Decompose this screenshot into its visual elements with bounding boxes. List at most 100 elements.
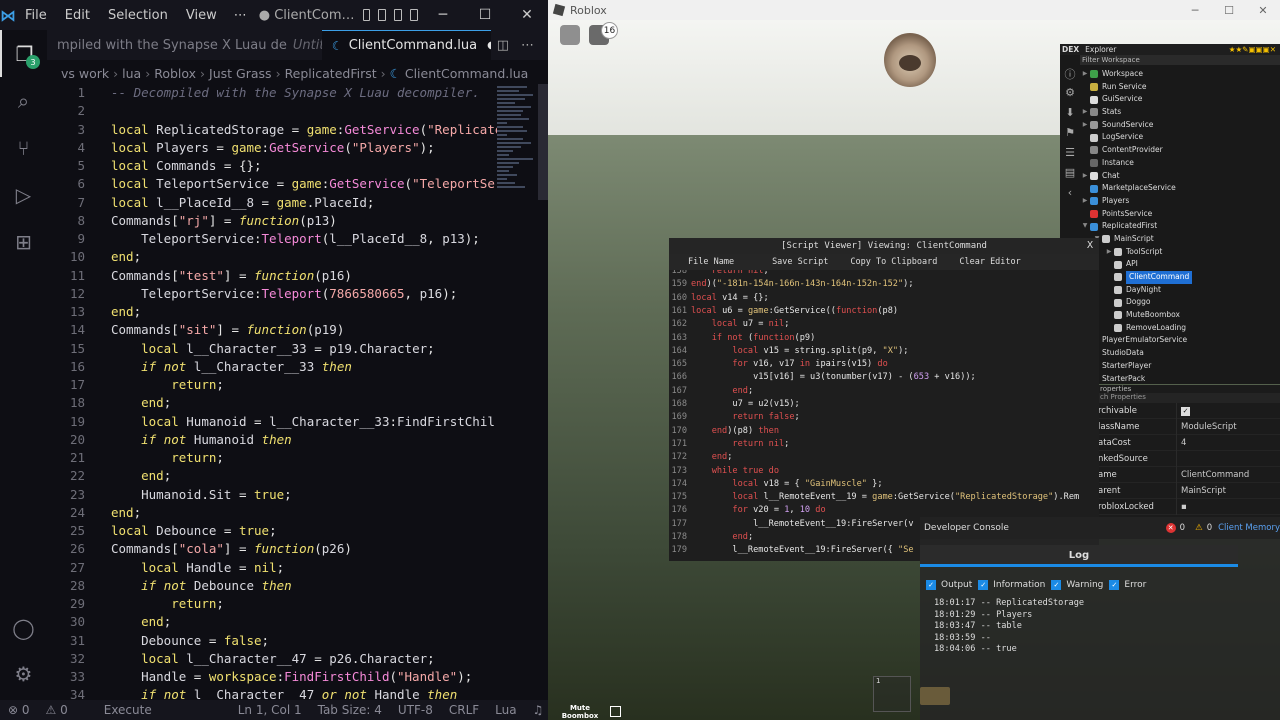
status-warnings[interactable]: ⚠ 0 [38,703,76,717]
script-viewer-close-button[interactable]: X [1087,238,1093,254]
property-value[interactable]: ModuleScript [1176,418,1280,435]
explorer-item[interactable]: StudioData [1080,347,1276,360]
explorer-item[interactable]: ▶ SoundService [1080,119,1276,132]
explorer-item[interactable]: RemoveLoading [1080,322,1276,335]
explorer-item[interactable]: DayNight [1080,284,1276,297]
expand-chevron-icon[interactable]: ▶ [1080,68,1090,81]
explorer-item[interactable]: ClientCommand [1080,271,1276,284]
explorer-item[interactable]: ▶ Players [1080,195,1276,208]
run-debug-icon[interactable]: ▷ [0,171,47,218]
explorer-item[interactable]: LogService [1080,131,1276,144]
close-button[interactable]: ✕ [506,7,548,23]
property-row[interactable]: ataCost 4 [1096,434,1280,451]
property-value[interactable]: 4 [1176,434,1280,451]
explorer-item[interactable]: PointsService [1080,208,1276,221]
status-encoding[interactable]: UTF-8 [390,703,441,717]
roblox-menu-icon[interactable] [560,25,580,45]
property-value[interactable]: ✓ [1176,402,1280,419]
breadcrumb-item[interactable]: vs work [61,66,109,81]
status-tabsize[interactable]: Tab Size: 4 [310,703,390,717]
breadcrumb-item[interactable]: ReplicatedFirst [285,66,377,81]
copy-to-clipboard-button[interactable]: Copy To Clipboard [839,257,948,267]
explorer-item[interactable]: ▶ Chat [1080,170,1276,183]
status-eol[interactable]: CRLF [441,703,487,717]
explorer-item[interactable]: MarketplaceService [1080,182,1276,195]
toggle-panel-icon[interactable] [378,9,387,21]
menu-file[interactable]: File [16,8,56,23]
explorer-item[interactable]: GuiService [1080,93,1276,106]
explorer-item[interactable]: API [1080,258,1276,271]
expand-chevron-icon[interactable]: ▶ [1080,106,1090,119]
explorer-script-icon[interactable]: ▤ [1060,166,1080,186]
explorer-settings-icon[interactable]: ⚙ [1060,86,1080,106]
expand-chevron-icon[interactable]: ▶ [1080,119,1090,132]
roblox-close-button[interactable]: ✕ [1246,4,1280,17]
explorer-chevron-left-icon[interactable]: ‹ [1060,186,1080,206]
minimize-button[interactable]: ─ [422,7,464,23]
maximize-button[interactable]: ☐ [464,7,506,23]
roblox-minimize-button[interactable]: ─ [1178,4,1212,17]
explorer-item[interactable]: ▶ Workspace [1080,68,1276,81]
status-language[interactable]: Lua [487,703,524,717]
status-position[interactable]: Ln 1, Col 1 [230,703,310,717]
breadcrumb-item[interactable]: Roblox [154,66,196,81]
tab-clientcommand[interactable]: ☾ ClientCommand.lua ● [321,30,491,60]
clear-editor-button[interactable]: Clear Editor [948,257,1031,267]
explorer-item[interactable]: Run Service [1080,81,1276,94]
expand-chevron-icon[interactable]: ▶ [1080,195,1090,208]
filter-workspace-input[interactable]: Filter Workspace [1080,55,1280,65]
property-row[interactable]: robloxLocked ▪ [1096,498,1280,515]
status-execute[interactable]: Execute [96,703,160,717]
account-icon[interactable]: ◯ [0,604,47,651]
extensions-icon[interactable]: ⊞ [0,218,47,265]
menu-more-icon[interactable]: ⋯ [226,8,255,23]
explorer-info-icon[interactable]: ⓘ [1060,66,1080,86]
properties-search-input[interactable]: ch Properties [1096,393,1280,403]
explorer-save-icon[interactable]: ⬇ [1060,106,1080,126]
source-control-icon[interactable]: ⑂ [0,124,47,171]
customize-layout-icon[interactable] [410,9,418,21]
property-value[interactable]: ClientCommand [1176,466,1280,483]
status-errors[interactable]: ⊗ 0 [0,703,38,717]
roblox-maximize-button[interactable]: ☐ [1212,4,1246,17]
explorer-item[interactable]: ▶ ToolScript [1080,246,1276,259]
minimap[interactable] [497,84,537,204]
breadcrumb-item[interactable]: ClientCommand.lua [405,66,528,81]
filter-output[interactable]: ✓ Output [926,580,972,590]
client-memory-label[interactable]: Client Memory [1218,523,1280,533]
property-row[interactable]: lassName ModuleScript [1096,418,1280,435]
property-value[interactable] [1176,450,1280,467]
filter-warning[interactable]: ✓ Warning [1051,580,1103,590]
explorer-item[interactable]: MuteBoombox [1080,309,1276,322]
filter-error[interactable]: ✓ Error [1109,580,1146,590]
breadcrumb-item[interactable]: Just Grass [209,66,272,81]
file-name-button[interactable]: File Name [677,257,745,267]
menu-edit[interactable]: Edit [56,8,99,23]
explorer-list-icon[interactable]: ☰ [1060,146,1080,166]
notifications-bell-icon[interactable]: ♫ [525,703,548,717]
explorer-item[interactable]: PlayerEmulatorService [1080,334,1276,347]
search-icon[interactable]: ⌕ [0,77,47,124]
explorer-item[interactable]: StarterPlayer [1080,360,1276,373]
expand-chevron-icon[interactable]: ▼ [1080,220,1090,233]
explorer-item[interactable]: ContentProvider [1080,144,1276,157]
hotbar-slot[interactable]: 1 [873,676,911,712]
more-actions-icon[interactable]: ⋯ [515,38,540,53]
tab-untitled[interactable]: mpiled with the Synapse X Luau de Untitl… [47,30,322,60]
toggle-secondary-sidebar-icon[interactable] [394,9,403,21]
explorer-icon[interactable]: ❐ 3 [0,30,47,77]
save-script-button[interactable]: Save Script [761,257,839,267]
toggle-sidebar-icon[interactable] [362,9,371,21]
editor-scrollbar[interactable] [538,84,548,200]
tab-log[interactable]: Log [920,545,1238,567]
property-value[interactable]: ▪ [1176,498,1280,515]
menu-selection[interactable]: Selection [99,8,177,23]
explorer-item[interactable]: ▼MainScript [1080,233,1276,246]
split-editor-icon[interactable]: ◫ [491,38,515,53]
explorer-item[interactable]: StarterPack [1080,373,1276,386]
property-row[interactable]: rchivable ✓ [1096,402,1280,419]
explorer-item[interactable]: Doggo [1080,296,1276,309]
property-row[interactable]: ame ClientCommand [1096,466,1280,483]
explorer-item[interactable]: Instance [1080,157,1276,170]
property-row[interactable]: nkedSource [1096,450,1280,467]
